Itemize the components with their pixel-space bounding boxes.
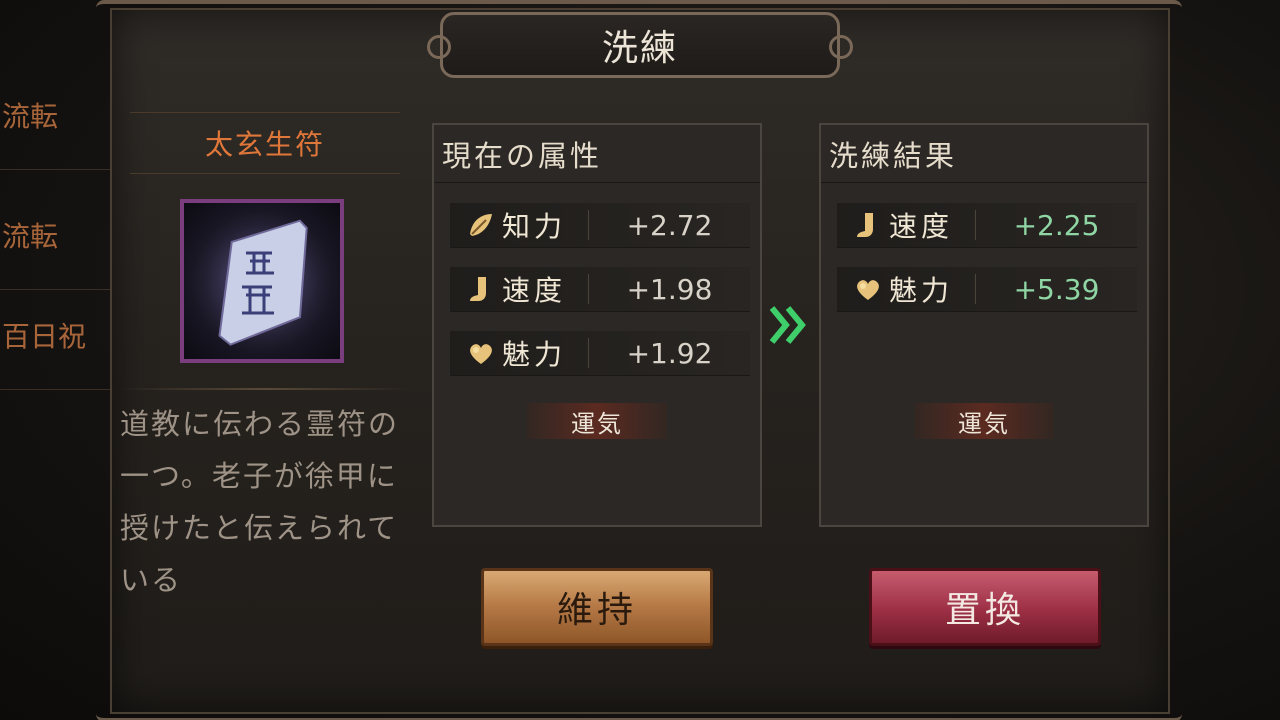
attribute-name: 知力 xyxy=(502,210,567,243)
luck-badge: 運気 xyxy=(914,403,1054,439)
attribute-row: 魅力 +1.92 xyxy=(450,331,750,376)
background-list-item: 流転 xyxy=(0,60,110,170)
description-divider xyxy=(120,388,410,390)
speed-boot-icon xyxy=(464,272,498,306)
dialog-frame-bottom xyxy=(96,688,1182,720)
attribute-row: 速度 +2.25 xyxy=(837,203,1137,248)
game-screen: 流転 流転 百日祝 洗練 太玄生符 道教に伝わる霊符の一つ。老子が徐甲に授けたと… xyxy=(0,0,1280,720)
keep-button[interactable]: 維持 xyxy=(481,568,713,646)
attribute-value: +5.39 xyxy=(1013,272,1100,306)
background-list-item: 百日祝 xyxy=(0,280,110,390)
result-attributes-header: 洗練結果 xyxy=(821,125,1147,183)
attribute-name: 魅力 xyxy=(502,338,567,371)
replace-button[interactable]: 置換 xyxy=(869,568,1101,646)
wisdom-leaf-icon xyxy=(464,208,498,242)
attribute-name: 魅力 xyxy=(889,274,954,307)
current-attributes-panel: 現在の属性 知力 +2.72 速度 +1.98 魅力 +1.92 運気 xyxy=(432,123,762,527)
attribute-name: 速度 xyxy=(889,210,954,243)
background-list-item: 流転 xyxy=(0,180,110,290)
attribute-row: 知力 +2.72 xyxy=(450,203,750,248)
result-attributes-panel: 洗練結果 速度 +2.25 魅力 +5.39 運気 xyxy=(819,123,1149,527)
speed-boot-icon xyxy=(851,208,885,242)
double-chevron-right-icon xyxy=(766,300,816,350)
charm-heart-icon xyxy=(851,272,885,306)
luck-badge: 運気 xyxy=(527,403,667,439)
talisman-scroll-icon[interactable] xyxy=(180,199,344,363)
attribute-row: 魅力 +5.39 xyxy=(837,267,1137,312)
item-description: 道教に伝わる霊符の一つ。老子が徐甲に授けたと伝えられている xyxy=(120,407,400,597)
attribute-value: +1.98 xyxy=(626,272,713,306)
attribute-value: +1.92 xyxy=(626,336,713,370)
attribute-value: +2.25 xyxy=(1013,208,1100,242)
attribute-name: 速度 xyxy=(502,274,567,307)
background-list: 流転 流転 百日祝 xyxy=(0,60,110,480)
attribute-value: +2.72 xyxy=(626,208,713,242)
dialog-title: 洗練 xyxy=(427,12,853,78)
current-attributes-header: 現在の属性 xyxy=(434,125,760,183)
attribute-row: 速度 +1.98 xyxy=(450,267,750,312)
item-name: 太玄生符 xyxy=(130,112,400,174)
charm-heart-icon xyxy=(464,336,498,370)
